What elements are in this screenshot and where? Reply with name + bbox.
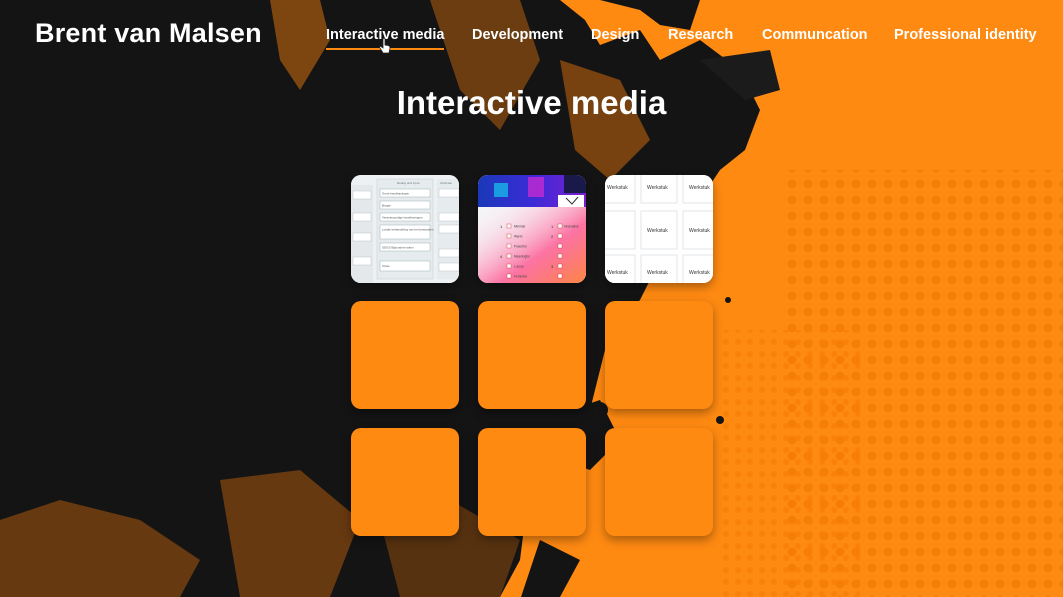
svg-text:Werkstuk: Werkstuk — [689, 228, 710, 234]
werkstuk-grid-thumbnail: Werkstuk Werkstuk Werkstuk Werkstuk Werk… — [605, 175, 713, 283]
svg-text:Warm: Warm — [514, 235, 523, 239]
project-tile-2[interactable]: 1 Minimal 1 Innovative Warm 2 Powerful 4… — [478, 175, 586, 283]
project-tile-7[interactable] — [351, 428, 459, 536]
svg-text:Grote handhavingen: Grote handhavingen — [382, 192, 410, 196]
project-tile-8[interactable] — [478, 428, 586, 536]
nav-item-professional-identity[interactable]: Professional identity — [894, 27, 1037, 43]
svg-text:Optimale: Optimale — [440, 181, 452, 185]
project-tile-9[interactable] — [605, 428, 713, 536]
svg-text:Werkstuk: Werkstuk — [647, 270, 668, 276]
svg-text:Innovative: Innovative — [564, 225, 579, 229]
svg-text:Werkstuk: Werkstuk — [647, 228, 668, 234]
svg-text:Werkstuk: Werkstuk — [607, 270, 628, 276]
svg-text:Feminine: Feminine — [514, 275, 527, 279]
nav-item-design[interactable]: Design — [591, 27, 639, 43]
svg-text:Close: Close — [382, 264, 390, 268]
hand-pointer-icon — [379, 38, 391, 54]
svg-text:SDGS Bijzondere taken: SDGS Bijzondere taken — [382, 246, 414, 250]
site-header: Brent van Malsen Interactive media Devel… — [0, 0, 1063, 72]
project-tile-5[interactable] — [478, 301, 586, 409]
nav-item-development[interactable]: Development — [472, 27, 563, 43]
svg-text:Werkstuk: Werkstuk — [647, 185, 668, 191]
page-title: Interactive media — [396, 84, 667, 121]
project-tile-6[interactable] — [605, 301, 713, 409]
project-grid: Reality and Input Grote handhavingen Bor… — [351, 175, 715, 536]
nav-item-communication[interactable]: Communcation — [762, 27, 868, 43]
svg-text:Verantwoordige handhavingen: Verantwoordige handhavingen — [382, 216, 423, 220]
svg-text:Powerful: Powerful — [514, 245, 527, 249]
moodboard-thumbnail: 1 Minimal 1 Innovative Warm 2 Powerful 4… — [478, 175, 586, 283]
nav-item-research[interactable]: Research — [668, 27, 733, 43]
form-screenshot-thumbnail: Reality and Input Grote handhavingen Bor… — [351, 175, 459, 283]
svg-text:Lokale behandeling van het bes: Lokale behandeling van het bestanden — [382, 228, 434, 232]
svg-text:Werkstuk: Werkstuk — [607, 185, 628, 191]
site-title[interactable]: Brent van Malsen — [35, 18, 262, 49]
svg-text:Borgte: Borgte — [382, 204, 391, 208]
svg-text:Luxury: Luxury — [514, 265, 524, 269]
svg-text:Minimal: Minimal — [514, 225, 525, 229]
form-title-text: Reality and Input — [397, 181, 420, 185]
svg-text:Werkstuk: Werkstuk — [689, 185, 710, 191]
svg-text:Meaningful: Meaningful — [514, 255, 530, 259]
project-tile-4[interactable] — [351, 301, 459, 409]
project-tile-1[interactable]: Reality and Input Grote handhavingen Bor… — [351, 175, 459, 283]
svg-text:Werkstuk: Werkstuk — [689, 270, 710, 276]
project-tile-3[interactable]: Werkstuk Werkstuk Werkstuk Werkstuk Werk… — [605, 175, 713, 283]
